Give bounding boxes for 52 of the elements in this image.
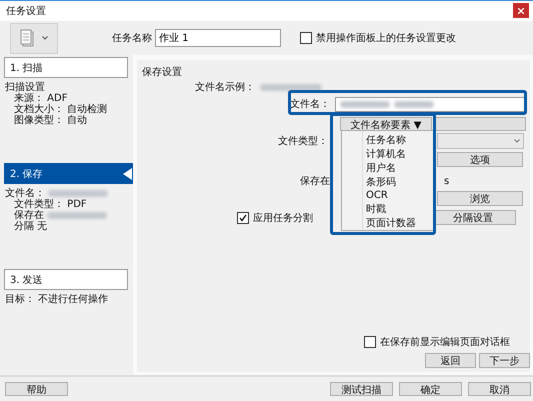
close-icon xyxy=(518,8,524,14)
menu-item[interactable]: 用户名 xyxy=(342,161,434,176)
chevron-down-icon xyxy=(42,36,48,40)
show-edit-checkbox[interactable]: 在保存前显示编辑页面对话框 xyxy=(364,335,510,350)
pointer-icon xyxy=(123,168,132,180)
filename-label: 文件名： xyxy=(289,98,330,112)
redacted-text xyxy=(394,100,434,108)
step-tab[interactable]: 3. 发送 xyxy=(4,269,128,290)
save-in-label: 保存在 xyxy=(299,175,330,188)
checkmark-icon xyxy=(239,214,247,222)
step-detail: 图像类型： 自动 xyxy=(14,115,88,126)
step-detail: 文件类型： PDF xyxy=(14,199,87,210)
menu-item[interactable]: 条形码 xyxy=(342,175,434,190)
footer-button[interactable]: 测试扫描 xyxy=(330,382,393,396)
lock-checkbox[interactable]: 禁用操作面板上的任务设置更改 xyxy=(300,31,456,46)
step-tab[interactable]: 1. 扫描 xyxy=(4,57,128,78)
step-detail: 保存在 xyxy=(14,210,44,222)
filename-field[interactable] xyxy=(335,96,526,112)
next-button[interactable]: 下一步 xyxy=(479,353,530,368)
menu-item[interactable]: OCR xyxy=(342,189,434,202)
job-name-label: 任务名称 xyxy=(112,32,152,46)
split-checkbox[interactable]: 应用任务分割 xyxy=(237,210,313,225)
save-path-text: s xyxy=(444,176,450,187)
menu-item[interactable]: 计算机名 xyxy=(342,147,434,162)
example-label: 文件名示例： xyxy=(194,80,255,94)
footer-button[interactable]: 确定 xyxy=(399,382,462,396)
step-detail: 扫描设置 xyxy=(5,82,45,94)
documents-icon xyxy=(20,29,34,48)
step-detail: 目标： 不进行任何操作 xyxy=(5,294,108,306)
chevron-down-icon xyxy=(514,139,520,144)
step-detail: 文件名： xyxy=(5,188,45,200)
filename-elements-button[interactable]: 文件名称要素 ▼ xyxy=(340,117,432,132)
menu-item[interactable]: 任务名称 xyxy=(342,133,434,148)
redacted-text xyxy=(340,100,390,108)
file-type-select[interactable] xyxy=(437,133,524,150)
section-title: 保存设置 xyxy=(142,66,183,80)
browse-button[interactable]: 浏览 xyxy=(437,191,523,206)
step-tab[interactable]: 2. 保存 xyxy=(4,163,133,184)
footer-button[interactable]: 取消 xyxy=(468,382,531,396)
separator-button[interactable] xyxy=(435,117,526,132)
redacted-text xyxy=(260,84,322,91)
step-detail: 文档大小： 自动检测 xyxy=(14,104,108,116)
back-button[interactable]: 返回 xyxy=(425,353,476,368)
job-icon-button[interactable] xyxy=(10,22,58,54)
window-title: 任务设置 xyxy=(6,4,46,18)
close-button[interactable] xyxy=(513,3,529,18)
step-detail: 来源： ADF xyxy=(14,93,68,104)
options-button[interactable]: 选项 xyxy=(437,152,523,168)
help-button[interactable]: 帮助 xyxy=(5,382,68,396)
step-detail: 分隔 无 xyxy=(14,221,48,232)
file-type-label: 文件类型： xyxy=(277,134,328,148)
job-name-field[interactable]: 作业 1 xyxy=(155,29,281,48)
